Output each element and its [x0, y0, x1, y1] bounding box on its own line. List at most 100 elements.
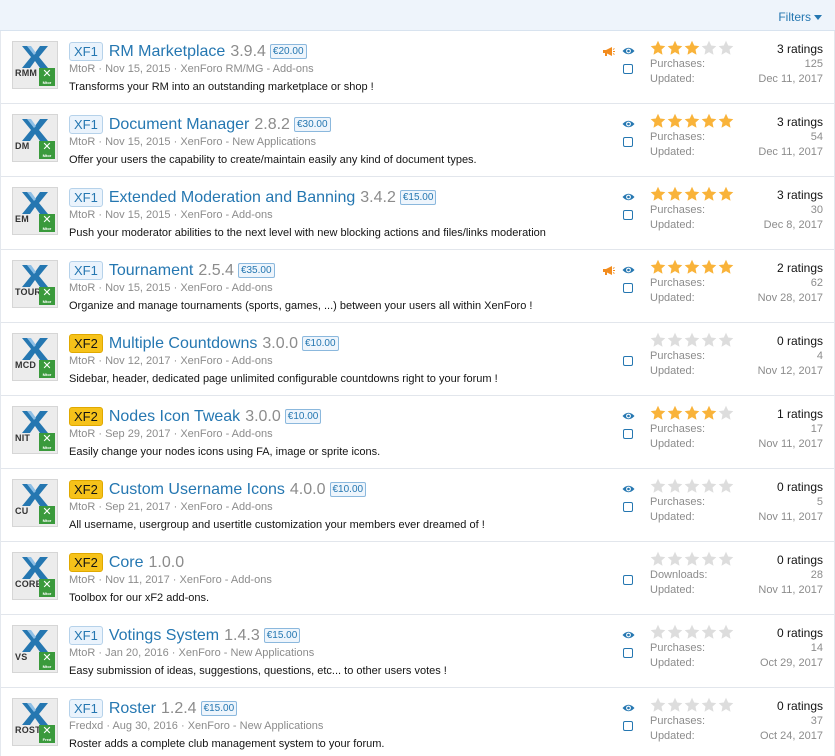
version-tag[interactable]: XF1 [69, 188, 103, 207]
resource-title[interactable]: Multiple Countdowns [109, 335, 258, 353]
resource-icon[interactable]: CU ✕ Mtor [12, 479, 58, 527]
xenforo-logo-icon [22, 119, 48, 141]
resource-title[interactable]: Tournament [109, 262, 194, 280]
author-link[interactable]: MtoR [69, 574, 95, 586]
ratings-count: 0 ratings [776, 626, 823, 640]
star-empty-icon [701, 332, 717, 347]
category-link[interactable]: XenForo RM/MG - Add-ons [180, 63, 313, 75]
version-tag[interactable]: XF2 [69, 480, 103, 499]
version-tag[interactable]: XF2 [69, 553, 103, 572]
filters-button[interactable]: Filters [778, 10, 822, 24]
resource-icon[interactable]: NIT ✕ Mtor [12, 406, 58, 454]
version-tag[interactable]: XF2 [69, 407, 103, 426]
version-tag[interactable]: XF1 [69, 261, 103, 280]
watch-eye-icon[interactable] [622, 192, 635, 202]
resource-icon[interactable]: RMM ✕ Mtor [12, 41, 58, 89]
badge-x-icon: ✕ [42, 360, 52, 372]
stat-label: Updated: [650, 73, 695, 85]
stat-label: Purchases: [650, 715, 706, 727]
resource-title[interactable]: Extended Moderation and Banning [109, 189, 355, 207]
author-link[interactable]: MtoR [69, 355, 95, 367]
resource-title[interactable]: Core [109, 554, 144, 572]
stat-row-primary: Purchases: 17 [650, 423, 823, 435]
resource-icon[interactable]: EM ✕ Mtor [12, 187, 58, 235]
meta-line: MtoR · Nov 12, 2017 · XenForo - Add-ons [69, 355, 273, 367]
resource-icon[interactable]: MCD ✕ Mtor [12, 333, 58, 381]
category-link[interactable]: XenForo - Add-ons [180, 209, 272, 221]
version-tag[interactable]: XF1 [69, 115, 103, 134]
resource-icon[interactable]: CORE ✕ Mtor [12, 552, 58, 600]
select-checkbox[interactable] [623, 137, 633, 147]
select-checkbox[interactable] [623, 283, 633, 293]
bullhorn-icon [603, 47, 615, 56]
star-filled-icon [718, 259, 734, 274]
select-checkbox[interactable] [623, 356, 633, 366]
select-checkbox[interactable] [623, 210, 633, 220]
resource-description: Transforms your RM into an outstanding m… [69, 81, 374, 93]
select-checkbox[interactable] [623, 64, 633, 74]
star-empty-icon [718, 624, 734, 639]
resource-version: 4.0.0 [289, 480, 326, 498]
version-tag[interactable]: XF1 [69, 626, 103, 645]
author-link[interactable]: MtoR [69, 647, 95, 659]
xenforo-logo-icon [22, 703, 48, 725]
watch-eye-icon[interactable] [622, 411, 635, 421]
star-filled-icon [667, 405, 683, 420]
watch-eye-icon[interactable] [622, 703, 635, 713]
resource-title[interactable]: Roster [109, 700, 156, 718]
resource-title[interactable]: RM Marketplace [109, 43, 225, 61]
watch-eye-icon[interactable] [622, 484, 635, 494]
rating-stars [650, 551, 734, 567]
category-link[interactable]: XenForo - Add-ons [180, 428, 272, 440]
stat-label: Purchases: [650, 496, 706, 508]
author-link[interactable]: MtoR [69, 501, 95, 513]
resource-icon[interactable]: DM ✕ Mtor [12, 114, 58, 162]
select-checkbox[interactable] [623, 502, 633, 512]
version-tag[interactable]: XF2 [69, 334, 103, 353]
star-empty-icon [718, 405, 734, 420]
star-filled-icon [667, 40, 683, 55]
stat-label: Purchases: [650, 131, 706, 143]
star-empty-icon [701, 624, 717, 639]
watch-eye-icon[interactable] [622, 119, 635, 129]
rating-stars [650, 40, 734, 56]
title-line: XF1 Tournament 2.5.4 €35.00 [69, 261, 275, 280]
select-checkbox[interactable] [623, 721, 633, 731]
watch-eye-icon[interactable] [622, 630, 635, 640]
star-filled-icon [684, 405, 700, 420]
resource-icon[interactable]: TOUR ✕ Mtor [12, 260, 58, 308]
select-checkbox[interactable] [623, 429, 633, 439]
author-link[interactable]: MtoR [69, 136, 95, 148]
price-tag: €30.00 [293, 117, 331, 132]
resource-description: Organize and manage tournaments (sports,… [69, 300, 533, 312]
author-link[interactable]: MtoR [69, 63, 95, 75]
watch-eye-icon[interactable] [622, 265, 635, 275]
author-link[interactable]: MtoR [69, 428, 95, 440]
title-line: XF2 Nodes Icon Tweak 3.0.0 €10.00 [69, 407, 322, 426]
meta-line: MtoR · Nov 15, 2015 · XenForo RM/MG - Ad… [69, 63, 314, 75]
xenforo-logo-icon [22, 265, 48, 287]
author-link[interactable]: MtoR [69, 282, 95, 294]
resource-title[interactable]: Custom Username Icons [109, 481, 285, 499]
resource-abbr: NIT [15, 433, 31, 443]
resource-icon[interactable]: VS ✕ Mtor [12, 625, 58, 673]
category-link[interactable]: XenForo - New Applications [180, 136, 316, 148]
category-link[interactable]: XenForo - New Applications [179, 647, 315, 659]
category-link[interactable]: XenForo - Add-ons [180, 282, 272, 294]
author-link[interactable]: Fredxd [69, 720, 103, 732]
category-link[interactable]: XenForo - New Applications [188, 720, 324, 732]
category-link[interactable]: XenForo - Add-ons [180, 501, 272, 513]
select-checkbox[interactable] [623, 575, 633, 585]
resource-date: Nov 15, 2015 [105, 209, 171, 221]
category-link[interactable]: XenForo - Add-ons [180, 574, 272, 586]
resource-title[interactable]: Votings System [109, 627, 219, 645]
resource-title[interactable]: Document Manager [109, 116, 250, 134]
watch-eye-icon[interactable] [622, 46, 635, 56]
resource-title[interactable]: Nodes Icon Tweak [109, 408, 240, 426]
version-tag[interactable]: XF1 [69, 42, 103, 61]
select-checkbox[interactable] [623, 648, 633, 658]
version-tag[interactable]: XF1 [69, 699, 103, 718]
category-link[interactable]: XenForo - Add-ons [180, 355, 272, 367]
author-link[interactable]: MtoR [69, 209, 95, 221]
resource-icon[interactable]: ROST ✕ Fred [12, 698, 58, 746]
